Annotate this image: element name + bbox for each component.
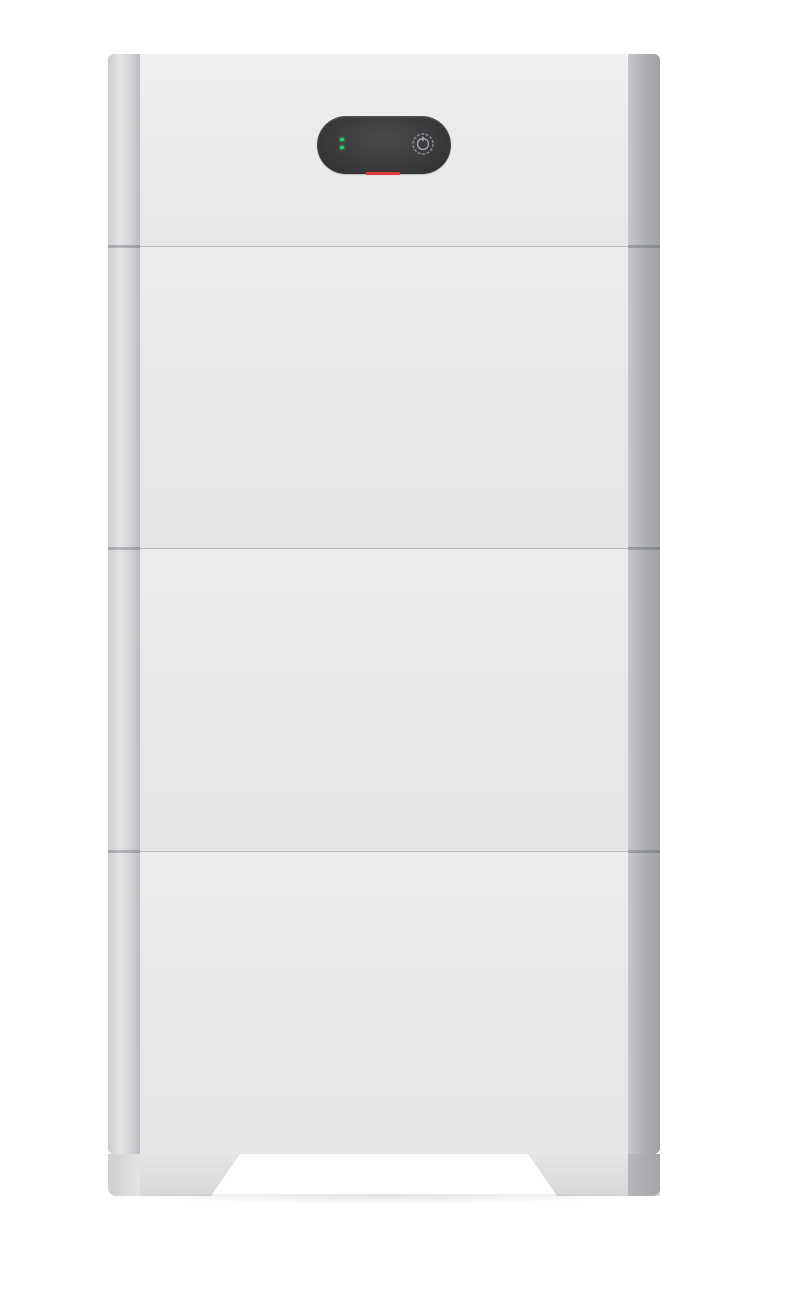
ground-shadow [120, 1194, 650, 1204]
right-foot-rail [628, 1154, 660, 1196]
status-indicator-strip [366, 172, 400, 175]
battery-storage-stack [0, 0, 800, 1300]
right-rail-seam [628, 850, 660, 853]
status-led [340, 138, 344, 141]
left-side-rail [108, 54, 140, 1154]
left-foot-rail [108, 1154, 140, 1196]
battery-module [140, 247, 628, 548]
left-rail-seam [108, 245, 140, 248]
battery-module [140, 549, 628, 851]
right-side-rail [628, 54, 660, 1154]
left-rail-seam [108, 547, 140, 550]
left-rail-seam [108, 850, 140, 853]
battery-module [140, 852, 628, 1154]
status-led [340, 146, 344, 149]
right-rail-seam [628, 547, 660, 550]
right-rail-seam [628, 245, 660, 248]
power-button-icon[interactable] [411, 132, 435, 156]
